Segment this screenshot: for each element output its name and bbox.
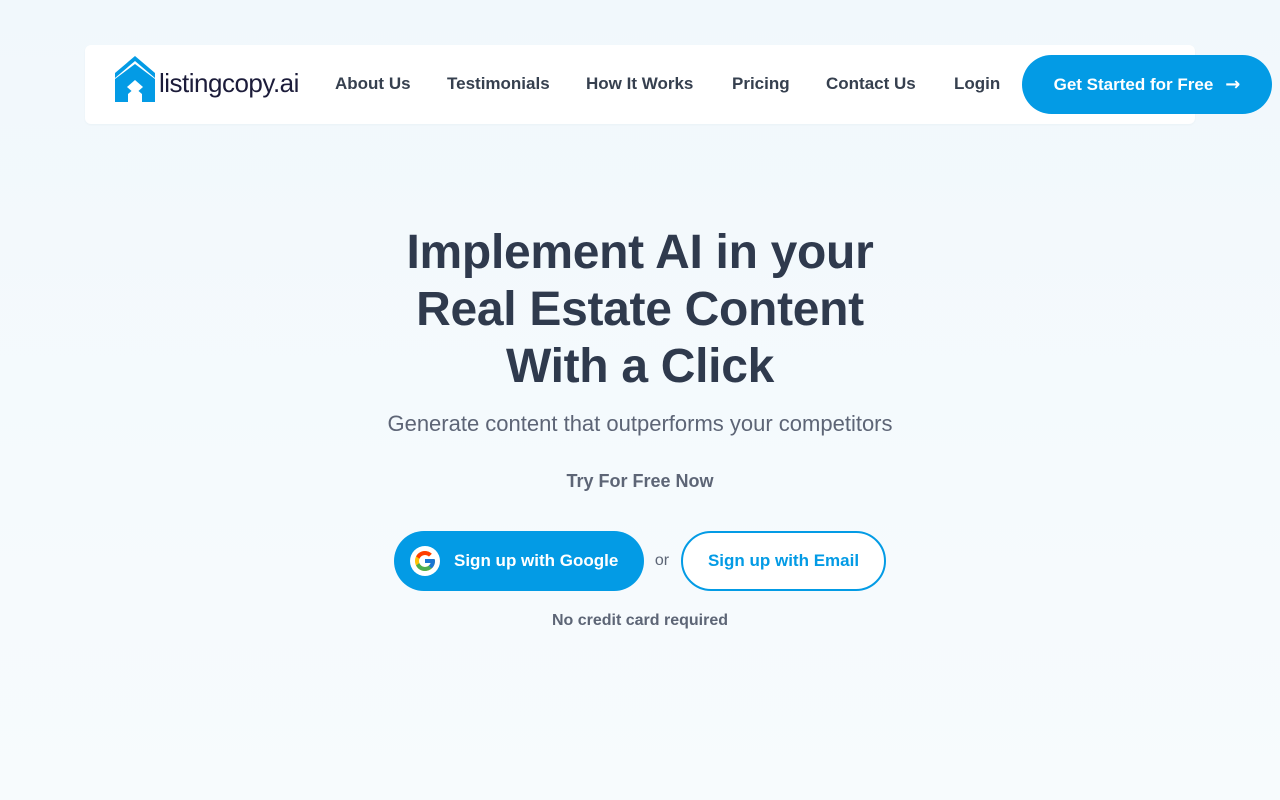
try-free-label: Try For Free Now: [566, 471, 714, 491]
brand-logo[interactable]: listingcopy.ai: [115, 56, 299, 102]
brand-name: listingcopy.ai: [159, 67, 299, 98]
nav-how-it-works[interactable]: How It Works: [586, 74, 693, 94]
arrow-right-icon: →: [1225, 73, 1241, 95]
nav-pricing[interactable]: Pricing: [732, 74, 790, 94]
hero-title-line: With a Click: [505, 340, 775, 393]
email-signup-label: Sign up with Email: [707, 551, 860, 570]
get-started-label: Get Started for Free: [1053, 74, 1214, 94]
nav-testimonials[interactable]: Testimonials: [447, 74, 550, 94]
or-separator: or: [654, 552, 670, 569]
hero-title-line: Real Estate Content: [416, 283, 864, 336]
get-started-button[interactable]: Get Started for Free →: [1022, 55, 1272, 114]
nav-contact-us[interactable]: Contact Us: [826, 74, 916, 94]
hero-subtitle: Generate content that outperforms your c…: [387, 411, 893, 436]
google-signup-button[interactable]: Sign up with Google: [394, 531, 644, 591]
hero-title: Implement AI in your Real Estate Content…: [340, 224, 940, 395]
email-signup-button[interactable]: Sign up with Email: [681, 531, 886, 591]
google-signup-label: Sign up with Google: [454, 551, 619, 570]
no-credit-card-note: No credit card required: [551, 612, 729, 629]
nav-login[interactable]: Login: [954, 74, 1000, 94]
house-logo-icon: [115, 56, 155, 102]
google-g-icon: [410, 546, 440, 576]
hero-title-line: Implement AI in your: [406, 226, 874, 279]
nav-about-us[interactable]: About Us: [335, 74, 411, 94]
